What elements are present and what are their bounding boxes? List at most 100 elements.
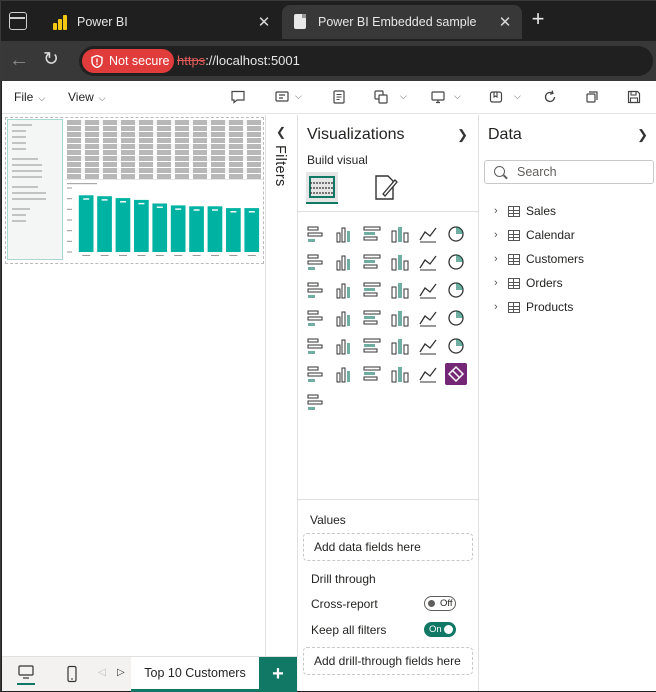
desktop-view-icon[interactable] (17, 663, 35, 685)
bar-chart-visual[interactable] (65, 182, 263, 262)
chevron-down-icon[interactable]: ⌵ (454, 91, 461, 102)
table-icon[interactable] (389, 335, 411, 357)
previous-page-arrow-icon[interactable]: ◁ (98, 667, 106, 678)
page-tab-top-10-customers[interactable]: Top 10 Customers (131, 657, 259, 692)
chevron-right-icon[interactable]: ❯ (637, 127, 648, 143)
cross-report-toggle[interactable]: Off (424, 596, 456, 611)
not-secure-badge[interactable]: Not secure (82, 49, 174, 73)
slicer-icon[interactable] (361, 335, 383, 357)
chart-bar[interactable] (226, 208, 241, 252)
chart-bar[interactable] (152, 203, 168, 253)
mobile-view-icon[interactable] (63, 665, 81, 683)
file-menu[interactable]: File ⌵ (14, 90, 45, 104)
pie-chart-icon[interactable] (417, 279, 439, 301)
azure-map-icon[interactable] (389, 307, 411, 329)
table-item-products[interactable]: › Products (494, 295, 584, 319)
waterfall-chart-icon[interactable] (333, 279, 355, 301)
close-tab-icon[interactable]: ✕ (494, 13, 516, 31)
chart-bar[interactable] (170, 205, 186, 252)
new-tab-button[interactable]: + (527, 8, 549, 31)
table-visual[interactable] (65, 119, 263, 180)
area-chart-icon[interactable] (333, 251, 355, 273)
100-percent-column-chart-icon[interactable] (445, 223, 467, 245)
save-icon[interactable] (626, 89, 642, 105)
text-box-icon[interactable] (274, 89, 290, 105)
card-icon[interactable] (445, 307, 467, 329)
chart-bar[interactable] (244, 208, 260, 252)
donut-chart-icon[interactable] (445, 279, 467, 301)
stacked-column-chart-icon[interactable] (333, 223, 355, 245)
keep-filters-toggle[interactable]: On (424, 622, 456, 637)
data-search-input[interactable] (517, 164, 647, 180)
add-page-button[interactable]: + (259, 657, 297, 692)
funnel-chart-icon[interactable] (361, 279, 383, 301)
chevron-right-icon[interactable]: ❯ (457, 127, 468, 143)
chevron-right-icon[interactable]: › (494, 253, 508, 265)
format-visual-tab[interactable] (370, 172, 402, 204)
clustered-column-chart-icon[interactable] (389, 223, 411, 245)
view-menu[interactable]: View ⌵ (68, 90, 106, 104)
url-field[interactable]: Not secure https://localhost:5001 (79, 46, 653, 76)
export-icon[interactable] (430, 89, 446, 105)
shapes-icon[interactable] (373, 89, 389, 105)
build-visual-tab[interactable] (306, 172, 338, 204)
bookmark-icon[interactable] (488, 89, 504, 105)
chart-bar[interactable] (78, 195, 94, 252)
metrics-icon[interactable] (389, 363, 411, 385)
comment-icon[interactable] (230, 89, 246, 105)
refresh-icon[interactable] (542, 89, 558, 105)
multi-row-card-icon[interactable] (305, 335, 327, 357)
clustered-bar-chart-icon[interactable] (361, 223, 383, 245)
treemap-icon[interactable] (305, 307, 327, 329)
next-page-arrow-icon[interactable]: ▷ (117, 667, 125, 678)
table-item-customers[interactable]: › Customers (494, 247, 584, 271)
drill-through-drop-zone[interactable]: Add drill-through fields here (303, 647, 473, 675)
chevron-down-icon[interactable]: ⌵ (295, 91, 302, 102)
report-page-thumbnail[interactable] (5, 117, 264, 264)
gauge-icon[interactable] (417, 307, 439, 329)
chevron-left-icon[interactable]: ❮ (276, 125, 286, 139)
scatter-chart-icon[interactable] (389, 279, 411, 301)
chevron-down-icon[interactable]: ⌵ (400, 91, 407, 102)
paginated-report-icon[interactable] (417, 363, 439, 385)
map-icon[interactable] (333, 307, 355, 329)
tab-actions-icon[interactable] (9, 12, 27, 30)
line-and-stacked-column-chart-icon[interactable] (445, 251, 467, 273)
smart-narrative-icon[interactable] (361, 363, 383, 385)
matrix-icon[interactable] (417, 335, 439, 357)
table-item-orders[interactable]: › Orders (494, 271, 584, 295)
close-tab-icon[interactable]: ✕ (253, 13, 275, 31)
decomposition-tree-icon[interactable] (305, 363, 327, 385)
back-arrow-icon[interactable]: ← (9, 49, 31, 71)
duplicate-icon[interactable] (584, 89, 600, 105)
chevron-right-icon[interactable]: › (494, 205, 508, 217)
browser-tab-embedded-sample[interactable]: Power BI Embedded sample ✕ (282, 5, 522, 39)
100-percent-bar-chart-icon[interactable] (417, 223, 439, 245)
stacked-bar-chart-icon[interactable] (305, 223, 327, 245)
notes-icon[interactable] (331, 89, 347, 105)
stacked-area-chart-icon[interactable] (361, 251, 383, 273)
table-item-calendar[interactable]: › Calendar (494, 223, 584, 247)
power-apps-icon[interactable] (445, 363, 467, 385)
reload-icon[interactable]: ↻ (43, 49, 65, 71)
data-search[interactable] (484, 160, 654, 184)
filters-pane[interactable]: ❮ Filters (266, 115, 298, 656)
chart-bar[interactable] (189, 206, 204, 252)
chevron-right-icon[interactable]: › (494, 301, 508, 313)
chart-bar[interactable] (207, 206, 223, 252)
ribbon-area-chart-icon[interactable] (389, 251, 411, 273)
table-item-sales[interactable]: › Sales (494, 199, 584, 223)
chart-bar[interactable] (134, 199, 149, 252)
kpi-icon[interactable] (333, 335, 355, 357)
values-drop-zone[interactable]: Add data fields here (303, 533, 473, 561)
chevron-right-icon[interactable]: › (494, 277, 508, 289)
line-and-column-chart-icon[interactable] (417, 251, 439, 273)
line-chart-icon[interactable] (305, 251, 327, 273)
qa-icon[interactable] (333, 363, 355, 385)
chart-bar[interactable] (97, 196, 112, 252)
ribbon-chart-icon[interactable] (305, 279, 327, 301)
browser-tab-power-bi[interactable]: Power BI ✕ (41, 5, 281, 39)
more-visuals-icon[interactable] (305, 391, 327, 413)
report-canvas[interactable] (2, 115, 266, 656)
chart-bar[interactable] (115, 198, 131, 252)
